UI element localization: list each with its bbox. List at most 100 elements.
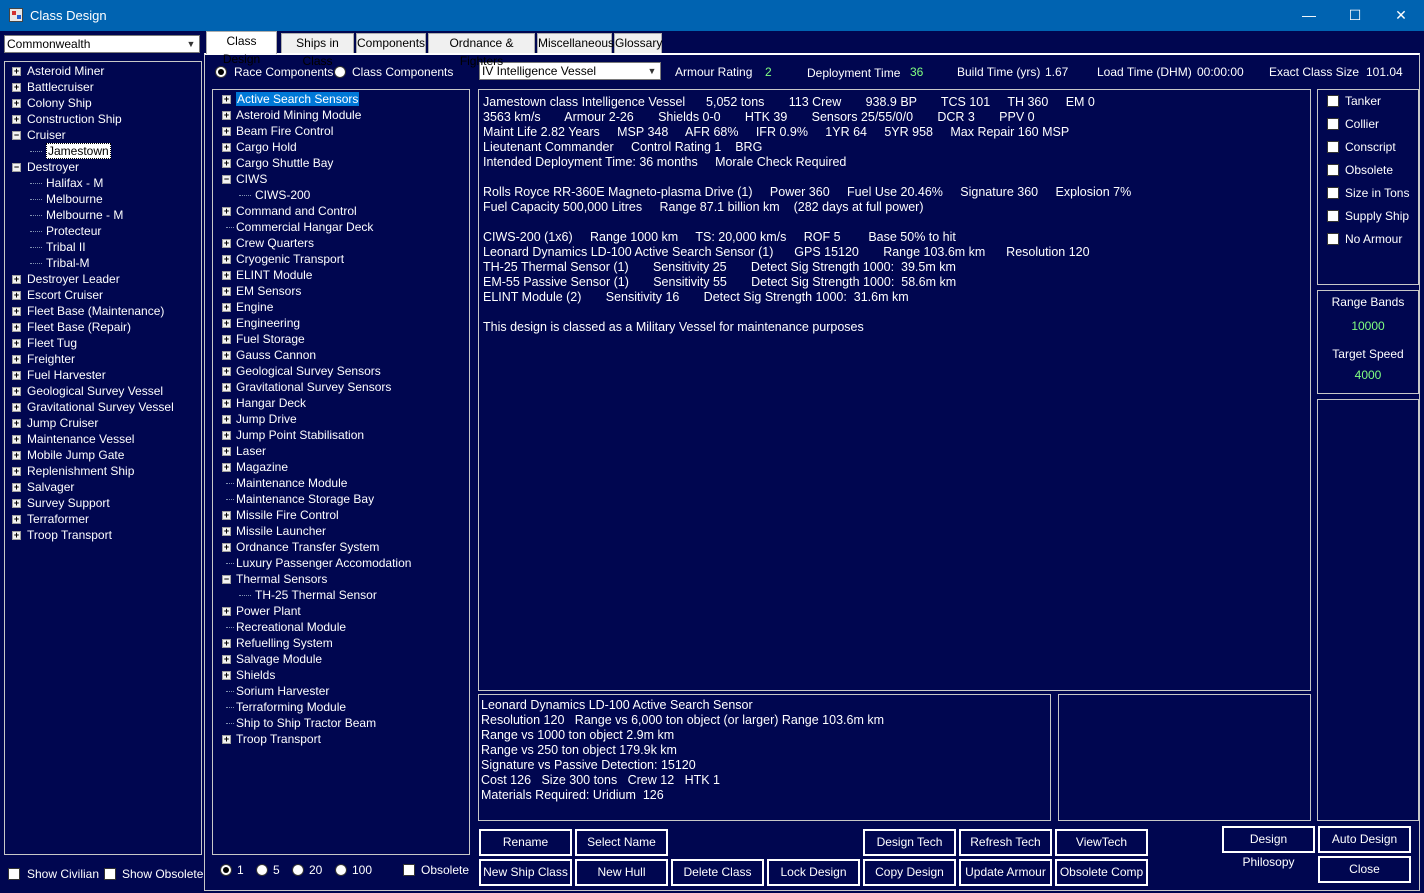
tab-glossary[interactable]: Glossary [614, 33, 662, 53]
expand-icon[interactable]: + [12, 339, 21, 348]
quantity-radio-1[interactable] [220, 864, 232, 876]
expand-icon[interactable]: + [12, 99, 21, 108]
close-button[interactable]: Close [1318, 856, 1411, 883]
expand-icon[interactable]: + [12, 531, 21, 540]
class_tree-item[interactable]: Jamestown [46, 143, 111, 159]
update-armour-button[interactable]: Update Armour [959, 859, 1052, 886]
expand-icon[interactable]: + [12, 323, 21, 332]
component_tree-item[interactable]: Shields [236, 667, 275, 683]
expand-icon[interactable]: + [12, 291, 21, 300]
expand-icon[interactable]: + [12, 307, 21, 316]
component_tree-item[interactable]: Gravitational Survey Sensors [236, 379, 391, 395]
component_tree-item[interactable]: Luxury Passenger Accomodation [236, 555, 411, 571]
expand-icon[interactable]: + [12, 387, 21, 396]
class_tree-item[interactable]: Fleet Tug [27, 335, 77, 351]
component_tree-item[interactable]: ELINT Module [236, 267, 312, 283]
class_tree-item[interactable]: Destroyer [27, 159, 79, 175]
class_tree-item[interactable]: Salvager [27, 479, 74, 495]
refresh-tech-button[interactable]: Refresh Tech [959, 829, 1052, 856]
component_tree-item[interactable]: Jump Point Stabilisation [236, 427, 364, 443]
class_tree-item[interactable]: Freighter [27, 351, 75, 367]
expand-icon[interactable]: + [12, 419, 21, 428]
component_tree-item[interactable]: Thermal Sensors [236, 571, 327, 587]
component_tree-item[interactable]: Missile Fire Control [236, 507, 339, 523]
component_tree-item[interactable]: Maintenance Module [236, 475, 347, 491]
expand-icon[interactable]: + [222, 335, 231, 344]
class_tree-item[interactable]: Gravitational Survey Vessel [27, 399, 174, 415]
expand-icon[interactable]: + [222, 287, 231, 296]
component_tree-item[interactable]: Hangar Deck [236, 395, 306, 411]
obsolete-components-checkbox[interactable] [403, 864, 415, 876]
class-tree[interactable]: + Asteroid Miner + Battlecruiser + Colony Shi… [4, 61, 202, 855]
expand-icon[interactable]: + [222, 319, 231, 328]
class_tree-item[interactable]: Survey Support [27, 495, 110, 511]
component_tree-item[interactable]: Power Plant [236, 603, 301, 619]
close-window-button[interactable]: ✕ [1378, 0, 1424, 31]
component_tree-item[interactable]: Crew Quarters [236, 235, 314, 251]
component_tree-item[interactable]: Maintenance Storage Bay [236, 491, 374, 507]
component_tree-item[interactable]: Commercial Hangar Deck [236, 219, 373, 235]
design-tech-button[interactable]: Design Tech [863, 829, 956, 856]
class_tree-item[interactable]: Halifax - M [46, 175, 103, 191]
component_tree-item[interactable]: Terraforming Module [236, 699, 346, 715]
obsolete-comp-button[interactable]: Obsolete Comp [1055, 859, 1148, 886]
component_tree-item[interactable]: Geological Survey Sensors [236, 363, 381, 379]
expand-icon[interactable]: + [222, 415, 231, 424]
component_tree-item[interactable]: Cryogenic Transport [236, 251, 344, 267]
component_tree-item[interactable]: Troop Transport [236, 731, 321, 747]
expand-icon[interactable]: + [12, 115, 21, 124]
tab-ordnance-fighters[interactable]: Ordnance & Fighters [428, 33, 535, 68]
hull-select[interactable]: IV Intelligence Vessel ▼ [479, 62, 661, 80]
expand-icon[interactable]: + [12, 275, 21, 284]
class_tree-item[interactable]: Mobile Jump Gate [27, 447, 124, 463]
class_tree-item[interactable]: Melbourne [46, 191, 103, 207]
component_tree-item[interactable]: CIWS-200 [255, 187, 310, 203]
class-components-radio[interactable] [334, 66, 346, 78]
component_tree-item[interactable]: Salvage Module [236, 651, 322, 667]
target-speed-value[interactable]: 4000 [1318, 368, 1418, 382]
class_tree-item[interactable]: Replenishment Ship [27, 463, 134, 479]
race-select[interactable]: Commonwealth ▼ [4, 35, 200, 53]
component_tree-item[interactable]: Beam Fire Control [236, 123, 333, 139]
expand-icon[interactable]: + [222, 367, 231, 376]
component_tree-item[interactable]: CIWS [236, 171, 267, 187]
collapse-icon[interactable]: − [12, 163, 21, 172]
select-name-button[interactable]: Select Name [575, 829, 668, 856]
auto-design-button[interactable]: Auto Design [1318, 826, 1411, 853]
minimize-button[interactable]: — [1286, 0, 1332, 31]
maximize-button[interactable]: ☐ [1332, 0, 1378, 31]
class_tree-item[interactable]: Fuel Harvester [27, 367, 106, 383]
component_tree-item[interactable]: Cargo Shuttle Bay [236, 155, 333, 171]
component_tree-item[interactable]: Engine [236, 299, 273, 315]
design-philosophy-button[interactable]: Design Philosopy [1222, 826, 1315, 869]
copy-design-button[interactable]: Copy Design [863, 859, 956, 886]
tab-class-design[interactable]: Class Design [206, 31, 277, 66]
class_tree-item[interactable]: Battlecruiser [27, 79, 94, 95]
class_tree-item[interactable]: Construction Ship [27, 111, 122, 127]
expand-icon[interactable]: + [12, 499, 21, 508]
expand-icon[interactable]: + [12, 67, 21, 76]
component_tree-item[interactable]: Missile Launcher [236, 523, 326, 539]
component_tree-item[interactable]: Gauss Cannon [236, 347, 316, 363]
class_tree-item[interactable]: Tribal II [46, 239, 86, 255]
expand-icon[interactable]: + [222, 143, 231, 152]
expand-icon[interactable]: + [12, 435, 21, 444]
expand-icon[interactable]: + [222, 431, 231, 440]
tab-components[interactable]: Components [356, 33, 426, 53]
expand-icon[interactable]: + [222, 239, 231, 248]
class_tree-item[interactable]: Fleet Base (Repair) [27, 319, 131, 335]
expand-icon[interactable]: + [222, 383, 231, 392]
expand-icon[interactable]: + [12, 483, 21, 492]
class_tree-item[interactable]: Cruiser [27, 127, 66, 143]
component_tree-item[interactable]: Asteroid Mining Module [236, 107, 361, 123]
expand-icon[interactable]: + [12, 355, 21, 364]
class_tree-item[interactable]: Colony Ship [27, 95, 92, 111]
class_tree-item[interactable]: Terraformer [27, 511, 89, 527]
new-ship-class-button[interactable]: New Ship Class [479, 859, 572, 886]
expand-icon[interactable]: + [12, 403, 21, 412]
class_tree-item[interactable]: Protecteur [46, 223, 101, 239]
expand-icon[interactable]: + [222, 639, 231, 648]
class_tree-item[interactable]: Destroyer Leader [27, 271, 120, 287]
expand-icon[interactable]: + [222, 111, 231, 120]
expand-icon[interactable]: + [222, 447, 231, 456]
